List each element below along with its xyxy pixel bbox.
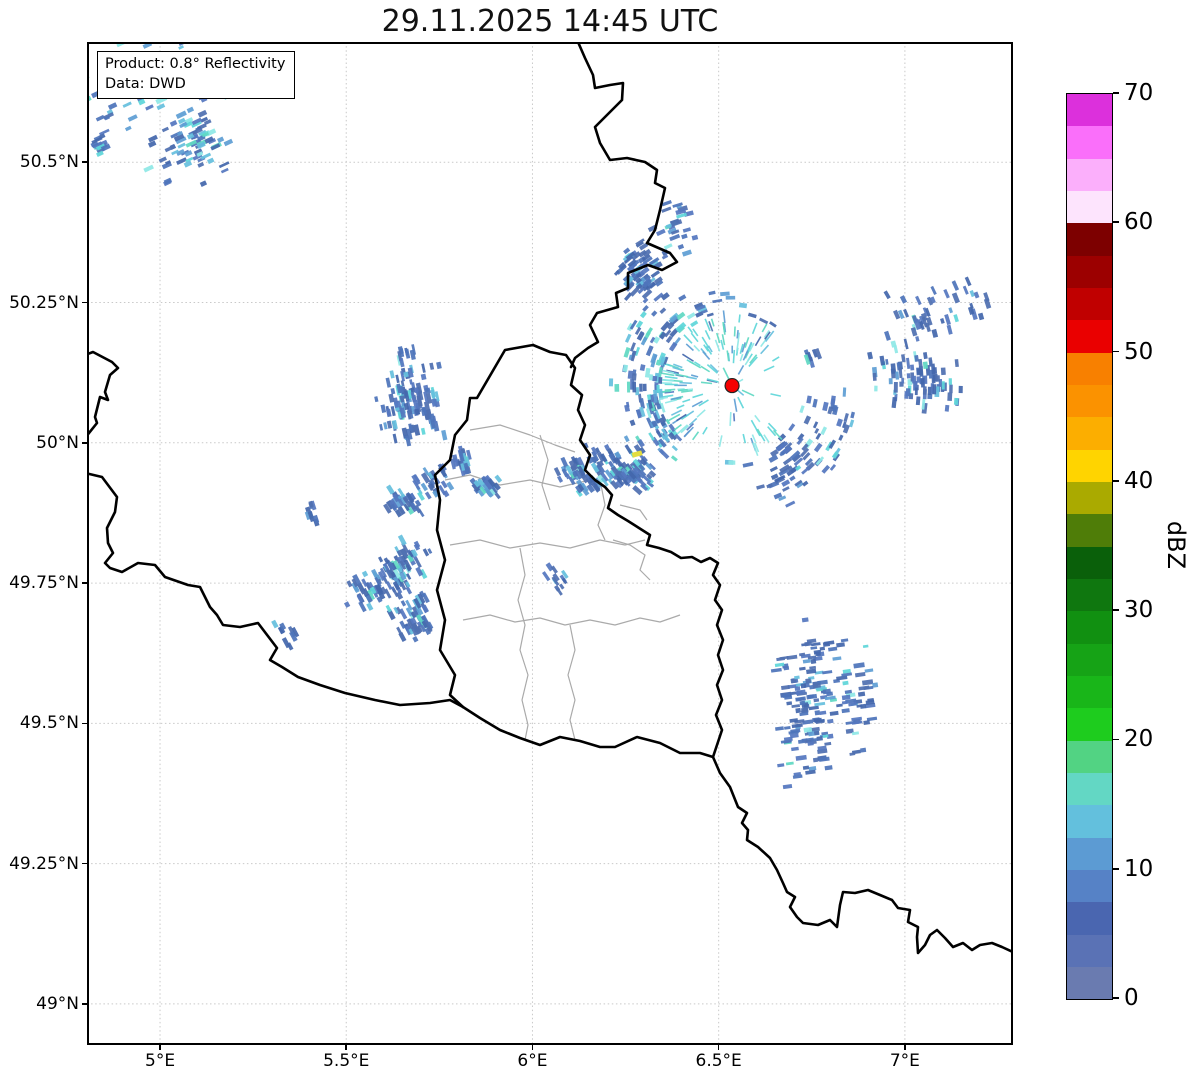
y-tick-mark bbox=[82, 301, 87, 304]
colorbar-band bbox=[1067, 126, 1112, 159]
colorbar-band bbox=[1067, 287, 1112, 321]
colorbar-band bbox=[1067, 546, 1112, 579]
colorbar-tick-label: 70 bbox=[1124, 80, 1154, 106]
country-borders bbox=[87, 42, 1013, 955]
y-tick-mark bbox=[82, 1003, 87, 1005]
x-tick-mark bbox=[904, 1045, 906, 1050]
colorbar-band bbox=[1067, 772, 1112, 806]
product-label: Product: 0.8° Reflectivity bbox=[105, 56, 286, 72]
district-borders bbox=[444, 424, 681, 741]
x-tick-label: 6.5°E bbox=[695, 1051, 742, 1071]
x-tick-mark bbox=[159, 1045, 161, 1050]
colorbar-band bbox=[1067, 384, 1112, 418]
colorbar-band bbox=[1067, 643, 1112, 676]
colorbar-band bbox=[1067, 740, 1112, 773]
colorbar-tick-label: 10 bbox=[1124, 855, 1154, 882]
colorbar-band bbox=[1067, 481, 1112, 515]
page-title: 29.11.2025 14:45 UTC bbox=[381, 4, 719, 39]
colorbar-band bbox=[1067, 934, 1112, 967]
colorbar-band bbox=[1067, 514, 1112, 547]
colorbar-axis-label: dBZ bbox=[1162, 520, 1190, 570]
colorbar-tick-mark bbox=[1113, 609, 1119, 611]
colorbar-band bbox=[1067, 449, 1112, 482]
y-tick-label: 50.25°N bbox=[9, 292, 79, 313]
colorbar-tick-mark bbox=[1113, 997, 1119, 999]
map-plot-area bbox=[87, 42, 1013, 1045]
colorbar-band bbox=[1067, 255, 1112, 288]
x-tick-label: 5°E bbox=[145, 1051, 176, 1071]
y-tick-label: 49.5°N bbox=[19, 713, 79, 734]
colorbar-tick-mark bbox=[1113, 92, 1119, 94]
colorbar-tick-mark bbox=[1113, 480, 1119, 482]
colorbar-tick-label: 60 bbox=[1124, 209, 1154, 236]
colorbar-band bbox=[1067, 611, 1112, 644]
x-tick-mark bbox=[345, 1045, 348, 1050]
colorbar-tick-mark bbox=[1113, 221, 1119, 224]
data-source-label: Data: DWD bbox=[105, 75, 186, 92]
map-canvas bbox=[87, 42, 1013, 1045]
y-tick-mark bbox=[82, 582, 87, 584]
colorbar bbox=[1066, 93, 1113, 1000]
x-tick-label: 7°E bbox=[889, 1051, 920, 1071]
colorbar-band bbox=[1067, 190, 1112, 224]
colorbar-tick-mark bbox=[1113, 350, 1119, 353]
colorbar-band bbox=[1067, 675, 1112, 709]
x-tick-label: 6°E bbox=[517, 1051, 548, 1071]
colorbar-tick-label: 30 bbox=[1124, 597, 1154, 624]
y-tick-label: 50.5°N bbox=[19, 152, 79, 173]
colorbar-band bbox=[1067, 869, 1112, 903]
colorbar-band bbox=[1067, 158, 1112, 191]
colorbar-band bbox=[1067, 320, 1112, 353]
y-tick-mark bbox=[82, 161, 87, 164]
colorbar-tick-mark bbox=[1113, 867, 1119, 870]
product-info-box: Product: 0.8° Reflectivity Data: DWD bbox=[97, 51, 296, 100]
radar-map-app: 29.11.2025 14:45 UTC Product: 0.8° Refle… bbox=[0, 0, 1202, 1081]
colorbar-tick-label: 20 bbox=[1124, 726, 1154, 753]
y-tick-mark bbox=[82, 862, 87, 865]
radar-echo-cells bbox=[87, 42, 992, 790]
x-tick-mark bbox=[717, 1045, 720, 1050]
colorbar-band bbox=[1067, 417, 1112, 450]
colorbar-band bbox=[1067, 94, 1112, 127]
colorbar-tick-label: 50 bbox=[1124, 338, 1154, 365]
colorbar-tick-label: 40 bbox=[1124, 467, 1154, 494]
colorbar-band bbox=[1067, 223, 1112, 256]
colorbar-band bbox=[1067, 837, 1112, 870]
y-tick-label: 49.75°N bbox=[9, 573, 79, 594]
y-tick-label: 49.25°N bbox=[9, 853, 79, 874]
x-tick-label: 5.5°E bbox=[323, 1051, 370, 1071]
colorbar-band bbox=[1067, 966, 1112, 1000]
y-tick-mark bbox=[82, 722, 87, 725]
colorbar-tick-mark bbox=[1113, 738, 1119, 741]
x-tick-mark bbox=[531, 1045, 534, 1050]
colorbar-band bbox=[1067, 578, 1112, 612]
y-tick-label: 50°N bbox=[36, 432, 79, 453]
y-tick-label: 49°N bbox=[36, 993, 79, 1014]
colorbar-band bbox=[1067, 708, 1112, 741]
plot-spine bbox=[87, 42, 1013, 1045]
y-tick-mark bbox=[82, 442, 87, 444]
radar-site-marker bbox=[724, 377, 740, 394]
graticule-gridlines bbox=[87, 42, 1013, 1045]
colorbar-band bbox=[1067, 902, 1112, 935]
colorbar-tick-label: 0 bbox=[1124, 985, 1139, 1011]
colorbar-band bbox=[1067, 805, 1112, 838]
colorbar-band bbox=[1067, 352, 1112, 385]
